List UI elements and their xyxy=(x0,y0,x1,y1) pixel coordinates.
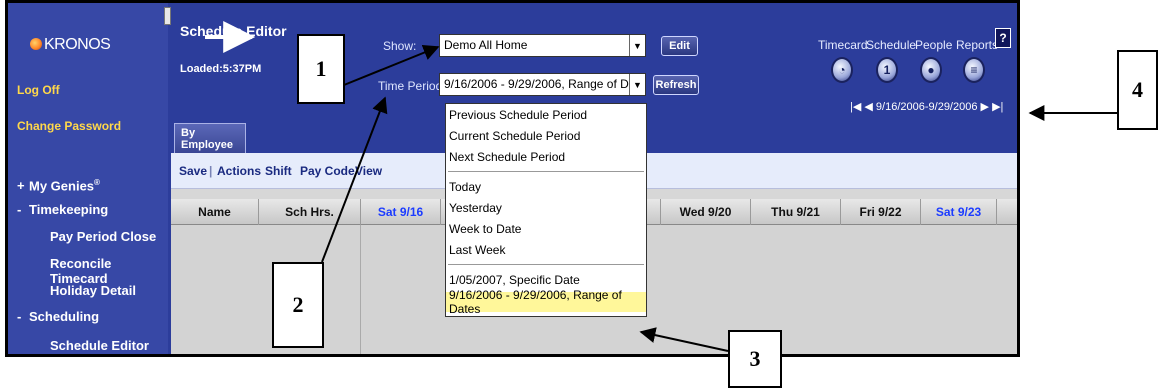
callout-1: 1 xyxy=(297,34,345,104)
arrow-callout-2 xyxy=(321,96,388,263)
arrow-callout-1 xyxy=(343,44,440,86)
callout-4: 4 xyxy=(1117,50,1158,130)
arrow-callout-3 xyxy=(639,327,729,352)
callout-2: 2 xyxy=(272,262,324,348)
annotation-arrows xyxy=(205,21,1117,352)
callout-3: 3 xyxy=(728,330,782,388)
